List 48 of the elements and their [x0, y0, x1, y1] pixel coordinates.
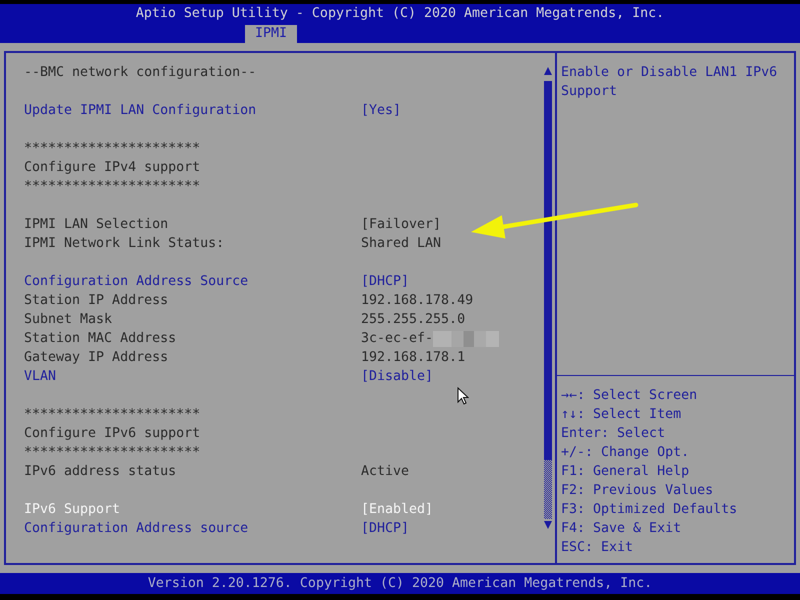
- option-value[interactable]: [DHCP]: [361, 519, 410, 538]
- option-label[interactable]: Configuration Address Source: [24, 272, 248, 291]
- key-hint: F1: General Help: [561, 463, 690, 481]
- scroll-up-icon[interactable]: [544, 67, 552, 75]
- key-hint: +/-: Change Opt.: [561, 444, 690, 462]
- info-label: Station MAC Address: [24, 330, 176, 348]
- info-value: 192.168.178.49: [361, 292, 474, 310]
- asterisk-line: **********************: [24, 178, 200, 196]
- info-label: Subnet Mask: [24, 311, 112, 329]
- mouse-pointer-icon: [457, 387, 469, 405]
- asterisk-line: **********************: [24, 140, 200, 158]
- key-hint: F2: Previous Values: [561, 482, 714, 500]
- page-heading: --BMC network configuration--: [24, 64, 256, 82]
- info-value: 3c-ec-ef-: [361, 330, 434, 348]
- option-label[interactable]: IPv6 Support: [24, 500, 120, 519]
- asterisk-line: **********************: [24, 406, 200, 424]
- key-hint: →←: Select Screen: [561, 387, 698, 405]
- info-value: [Failover]: [361, 216, 442, 234]
- section-heading: Configure IPv6 support: [24, 425, 200, 443]
- tab[interactable]: IPMI: [245, 25, 298, 43]
- key-hint: F3: Optimized Defaults: [561, 501, 738, 519]
- option-label[interactable]: Configuration Address source: [24, 519, 248, 538]
- info-value: Active: [361, 463, 410, 481]
- info-value: 192.168.178.1: [361, 349, 466, 367]
- info-label: IPv6 address status: [24, 463, 176, 481]
- option-value[interactable]: [Disable]: [361, 367, 434, 386]
- key-hint: Enter: Select: [561, 425, 666, 443]
- help-text: Enable or Disable LAN1 IPv6 Support: [561, 64, 778, 101]
- key-hint: F4: Save & Exit: [561, 520, 682, 538]
- asterisk-line: **********************: [24, 444, 200, 462]
- scroll-down-icon[interactable]: [544, 521, 552, 529]
- key-hint: ↑↓: Select Item: [561, 406, 682, 424]
- info-value: Shared LAN: [361, 235, 442, 253]
- window-title: Aptio Setup Utility - Copyright (C) 2020 American Megatrends, Inc.: [134, 5, 666, 23]
- info-label: IPMI LAN Selection: [24, 216, 168, 234]
- key-hint: ESC: Exit: [561, 539, 634, 557]
- info-label: IPMI Network Link Status:: [24, 235, 224, 253]
- option-label[interactable]: VLAN: [24, 367, 56, 386]
- version-text: Version 2.20.1276. Copyright (C) 2020 American Megatrends, Inc.: [148, 576, 652, 591]
- info-value: 255.255.255.0: [361, 311, 466, 329]
- option-value[interactable]: [DHCP]: [361, 272, 410, 291]
- option-value[interactable]: [Enabled]: [361, 500, 434, 519]
- scrollbar-thumb[interactable]: [544, 81, 552, 460]
- section-heading: Configure IPv4 support: [24, 159, 200, 177]
- info-label: Station IP Address: [24, 292, 168, 310]
- option-label[interactable]: Update IPMI LAN Configuration: [24, 101, 256, 120]
- option-value[interactable]: [Yes]: [361, 101, 402, 120]
- info-label: Gateway IP Address: [24, 349, 168, 367]
